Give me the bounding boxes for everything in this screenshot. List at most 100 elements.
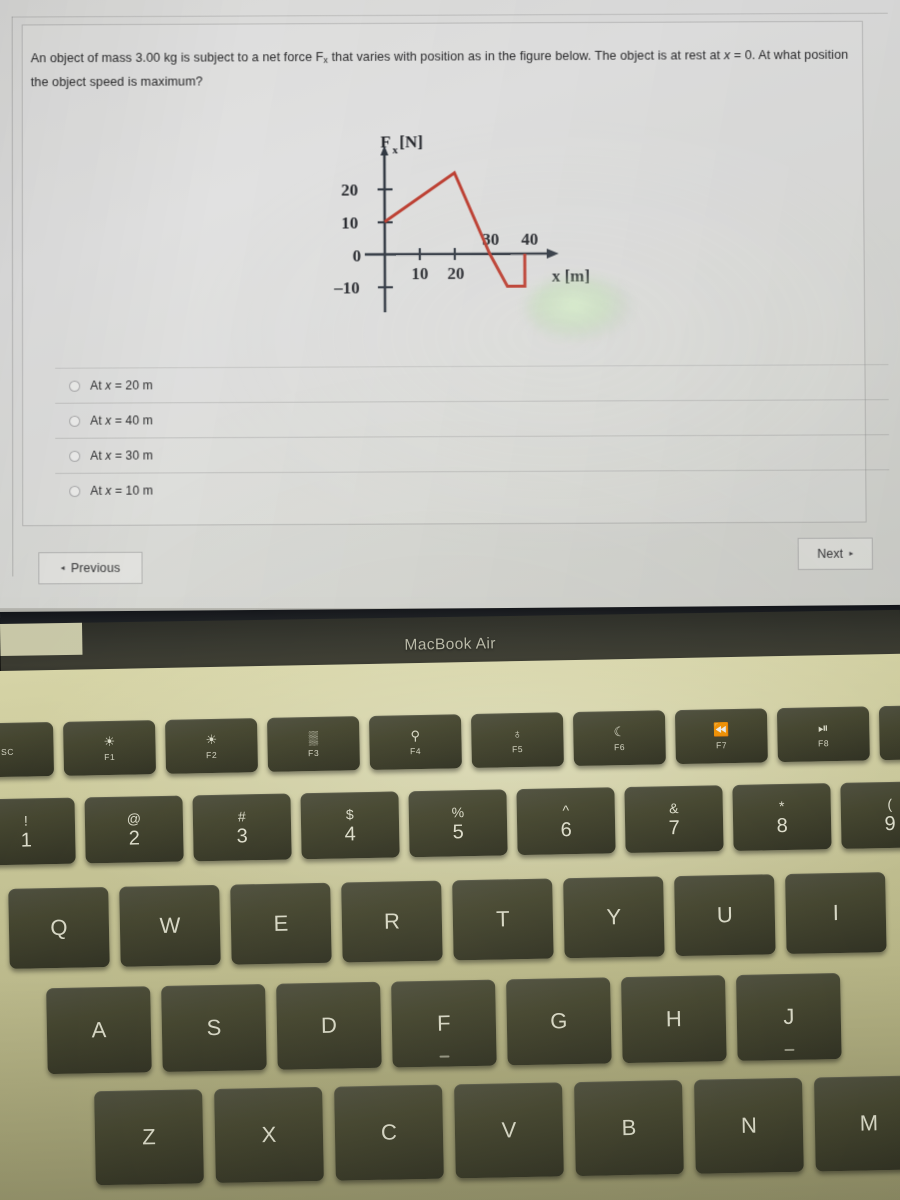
key-y[interactable]: Y bbox=[563, 876, 665, 959]
key-8[interactable]: * 8 bbox=[732, 783, 832, 851]
f6-key-label: F6 bbox=[613, 741, 626, 752]
page-edge-top bbox=[11, 12, 888, 18]
home-key-row: A S D F GHJ bbox=[46, 972, 853, 1075]
keyboard: SC☀F1☀F2▒F3⚲F4♁F5☾F6⏪F7⏯F8⏩ !1@2#3$4%5^6… bbox=[0, 653, 900, 1200]
option-label-4: At x = 10 m bbox=[90, 483, 154, 498]
f1-key[interactable]: ☀ F1 bbox=[63, 720, 157, 776]
key-1-label: 1 bbox=[20, 828, 33, 852]
esc-key[interactable]: SC bbox=[0, 722, 55, 778]
key-b-label: B bbox=[621, 1114, 637, 1141]
key-h[interactable]: H bbox=[621, 975, 727, 1064]
page-edge-left bbox=[11, 16, 14, 577]
key-4[interactable]: $4 bbox=[300, 791, 400, 860]
y-tick-label-0: 0 bbox=[353, 246, 362, 265]
key-f-label: F bbox=[436, 1010, 451, 1036]
previous-button[interactable]: ◂ Previous bbox=[38, 551, 143, 585]
laptop-screen: An object of mass 3.00 kg is subject to … bbox=[0, 0, 900, 610]
key-a[interactable]: A bbox=[46, 986, 152, 1075]
radio-button-option-3[interactable] bbox=[69, 450, 81, 462]
key-g[interactable]: G bbox=[506, 977, 612, 1066]
photo-of-laptop: An object of mass 3.00 kg is subject to … bbox=[0, 0, 900, 1200]
key-6[interactable]: ^ 6 bbox=[516, 787, 616, 856]
y-tick-label-neg10: –10 bbox=[333, 278, 360, 297]
key-b[interactable]: B bbox=[574, 1080, 684, 1177]
key-i-label: I bbox=[832, 899, 840, 926]
key-z[interactable]: Z bbox=[94, 1089, 204, 1186]
f4-key[interactable]: ⚲ F4 bbox=[368, 714, 462, 770]
x-axis-title: x [m] bbox=[552, 266, 590, 285]
key-9[interactable]: (9 bbox=[840, 781, 900, 849]
question-middle: that varies with position as in the figu… bbox=[328, 48, 724, 64]
key-e[interactable]: E bbox=[230, 882, 332, 965]
f5-key-icon: ♁ bbox=[512, 725, 523, 741]
option-label-1: At x = 20 m bbox=[90, 378, 153, 393]
key-i[interactable]: I bbox=[785, 872, 887, 954]
key-1[interactable]: ! 1 bbox=[0, 797, 76, 866]
key-v[interactable]: V bbox=[454, 1082, 564, 1179]
radio-button-option-1[interactable] bbox=[69, 380, 81, 392]
key-n[interactable]: N bbox=[694, 1077, 804, 1174]
key-t[interactable]: T bbox=[452, 878, 554, 961]
f3-key[interactable]: ▒ F3 bbox=[266, 716, 360, 772]
f5-key-label: F5 bbox=[511, 743, 524, 754]
key-r[interactable]: R bbox=[341, 880, 443, 963]
key-c[interactable]: C bbox=[334, 1084, 444, 1181]
f6-key[interactable]: ☾ F6 bbox=[572, 710, 666, 767]
previous-button-label: Previous bbox=[70, 560, 121, 576]
key-7-label: 7 bbox=[668, 816, 680, 839]
key-q[interactable]: Q bbox=[8, 886, 110, 969]
key-4-shift-glyph: $ bbox=[345, 805, 354, 822]
key-f[interactable]: F bbox=[391, 979, 497, 1068]
option-row-1[interactable]: At x = 20 m bbox=[55, 364, 889, 403]
function-key-row: SC ☀ F1 ☀ F2 ▒ F3 ⚲ F4 ♁ F5 ☾ F6 ⏪ F7 ⏯ F8 ⏩ bbox=[0, 704, 900, 778]
key-s[interactable]: S bbox=[161, 984, 267, 1072]
key-3-label: 3 bbox=[236, 824, 249, 848]
force-position-graph: F x [N] 20 10 0 –10 10 20 30 40 x [m] bbox=[322, 126, 653, 327]
option-row-3[interactable]: At x = 30 m bbox=[55, 434, 890, 473]
option-row-4[interactable]: At x = 10 m bbox=[55, 469, 890, 509]
key-w[interactable]: W bbox=[119, 884, 221, 967]
x-tick-label-20: 20 bbox=[447, 264, 464, 283]
key-3[interactable]: #3 bbox=[192, 793, 292, 862]
option-row-2[interactable]: At x = 40 m bbox=[55, 399, 889, 438]
key-n-label: N bbox=[740, 1112, 758, 1138]
key-7[interactable]: & 7 bbox=[624, 785, 724, 854]
key-v-label: V bbox=[501, 1117, 517, 1143]
key-5-label: 5 bbox=[452, 820, 464, 843]
f7-key[interactable]: ⏪ F7 bbox=[674, 708, 768, 765]
radio-button-option-4[interactable] bbox=[69, 485, 81, 497]
key-5-shift-glyph: % bbox=[451, 803, 465, 820]
f6-key-icon: ☾ bbox=[613, 723, 626, 739]
key-r-label: R bbox=[383, 908, 401, 934]
answer-options-list: At x = 20 m At x = 40 m At x = 30 m At x… bbox=[55, 364, 890, 509]
question-card: An object of mass 3.00 kg is subject to … bbox=[21, 20, 890, 527]
key-a-label: A bbox=[91, 1017, 107, 1043]
key-2[interactable]: @2 bbox=[84, 795, 184, 864]
key-u[interactable]: U bbox=[674, 874, 776, 957]
key-u-label: U bbox=[716, 902, 734, 928]
radio-button-option-2[interactable] bbox=[69, 415, 81, 427]
f7-key-icon: ⏪ bbox=[713, 721, 730, 737]
f5-key[interactable]: ♁ F5 bbox=[470, 712, 564, 768]
f4-key-icon: ⚲ bbox=[410, 727, 421, 743]
x-axis-line bbox=[364, 252, 551, 256]
esc-key-label: SC bbox=[0, 746, 15, 758]
f9-key[interactable]: ⏩ bbox=[878, 704, 900, 761]
key-x[interactable]: X bbox=[214, 1086, 324, 1183]
key-m[interactable]: M bbox=[813, 1075, 900, 1172]
f3-key-label: F3 bbox=[307, 747, 320, 758]
f8-key[interactable]: ⏯ F8 bbox=[776, 706, 870, 763]
key-6-shift-glyph: ^ bbox=[562, 801, 570, 818]
key-j[interactable]: J bbox=[735, 972, 842, 1061]
f4-key-label: F4 bbox=[409, 745, 422, 756]
key-5[interactable]: % 5 bbox=[408, 789, 508, 858]
key-z-label: Z bbox=[142, 1124, 156, 1150]
next-button[interactable]: Next ▸ bbox=[797, 537, 873, 570]
x-tick-label-10: 10 bbox=[411, 264, 428, 283]
key-9-label: 9 bbox=[884, 812, 896, 835]
f2-key[interactable]: ☀ F2 bbox=[164, 718, 259, 774]
bottom-key-row: Z XC V B N M bbox=[94, 1075, 900, 1186]
x-axis-arrow bbox=[546, 248, 559, 259]
key-s-label: S bbox=[206, 1014, 222, 1041]
key-d[interactable]: D bbox=[276, 981, 382, 1070]
